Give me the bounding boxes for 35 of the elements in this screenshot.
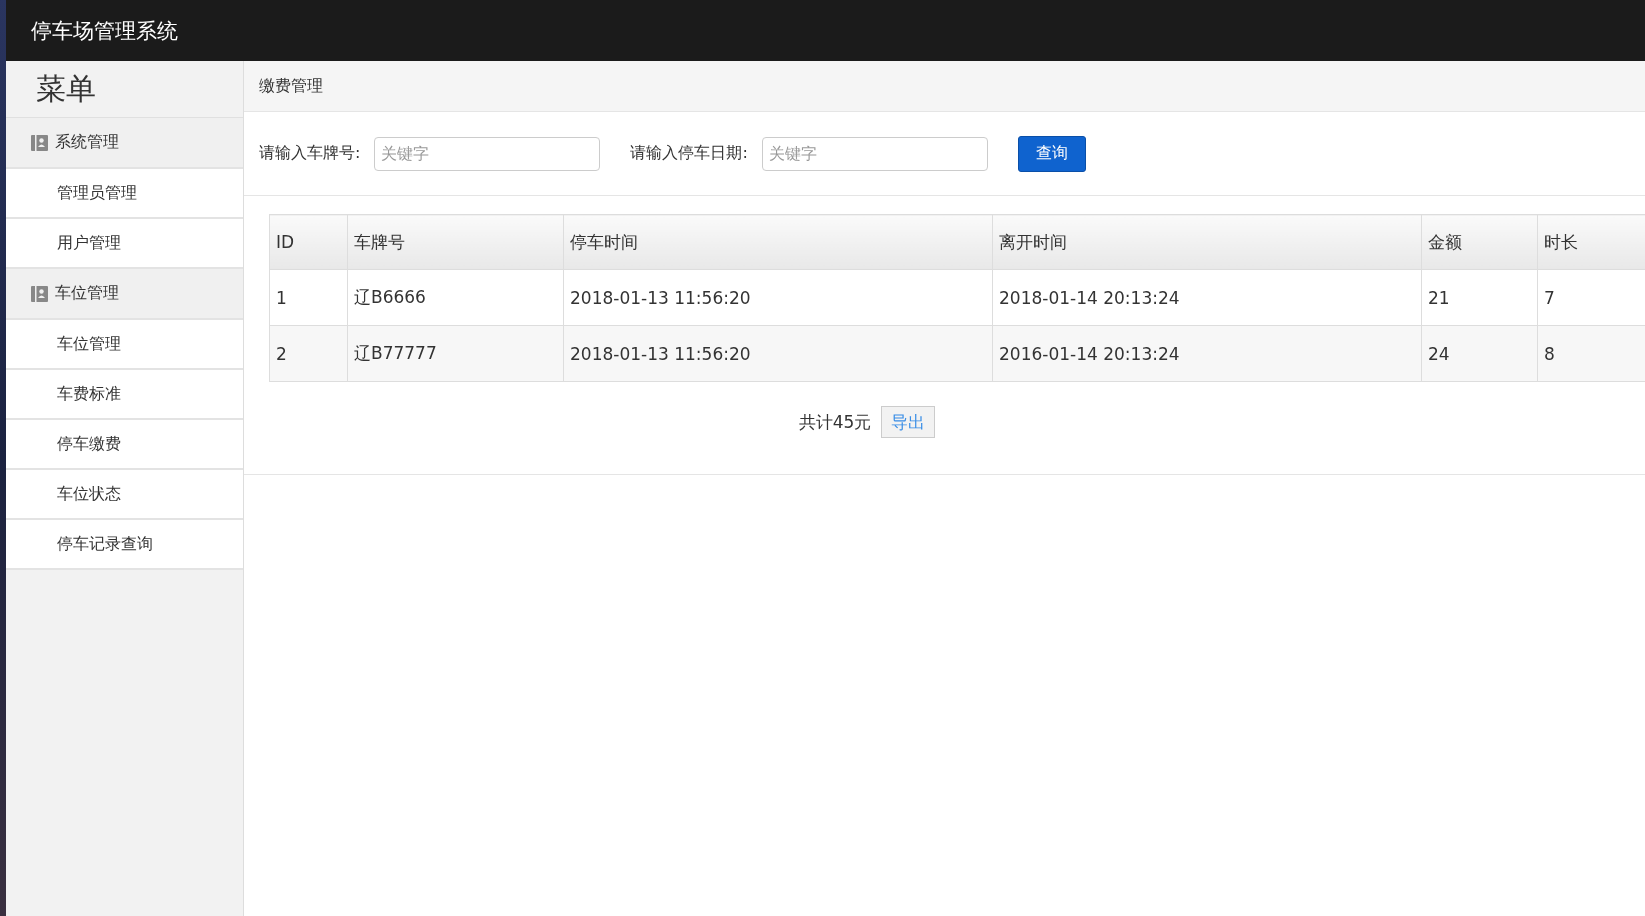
table-cell: 2 bbox=[269, 325, 348, 382]
column-header: 金额 bbox=[1421, 214, 1538, 270]
menu-item[interactable]: 停车缴费 bbox=[6, 420, 243, 470]
column-header: 车牌号 bbox=[347, 214, 564, 270]
menu-item[interactable]: 车费标准 bbox=[6, 370, 243, 420]
table-cell: 2018-01-13 11:56:20 bbox=[563, 269, 993, 326]
menu-item[interactable]: 管理员管理 bbox=[6, 169, 243, 219]
contact-book-icon bbox=[31, 285, 49, 302]
field-label: 请输入停车日期: bbox=[630, 143, 748, 164]
contact-book-icon bbox=[31, 134, 49, 151]
table-cell: 辽B77777 bbox=[347, 325, 564, 382]
table-cell: 24 bbox=[1421, 325, 1538, 382]
table-cell: 2018-01-14 20:13:24 bbox=[992, 269, 1422, 326]
table-cell: 1 bbox=[269, 269, 348, 326]
column-header: 时长 bbox=[1537, 214, 1645, 270]
table-cell: 2018-01-13 11:56:20 bbox=[563, 325, 993, 382]
query-button[interactable]: 查询 bbox=[1017, 135, 1086, 172]
menu-item[interactable]: 车位状态 bbox=[6, 470, 243, 520]
search-field[interactable]: 关键字 bbox=[374, 136, 601, 171]
app-title: 停车场管理系统 bbox=[31, 17, 178, 45]
table-cell: 8 bbox=[1537, 325, 1645, 382]
total-amount: 共计45元 bbox=[798, 410, 872, 434]
search-field[interactable]: 关键字 bbox=[761, 136, 988, 171]
column-header: 离开时间 bbox=[992, 214, 1422, 270]
menu-item[interactable]: 停车记录查询 bbox=[6, 520, 243, 570]
column-header: 停车时间 bbox=[563, 214, 993, 270]
table-cell: 辽B6666 bbox=[347, 269, 564, 326]
menu-item[interactable]: 用户管理 bbox=[6, 219, 243, 269]
column-header: ID bbox=[269, 214, 348, 270]
table-cell: 21 bbox=[1421, 269, 1538, 326]
menu-item[interactable]: 车位管理 bbox=[6, 320, 243, 370]
table-cell: 2016-01-14 20:13:24 bbox=[992, 325, 1422, 382]
field-label: 请输入车牌号: bbox=[259, 143, 361, 164]
table-cell: 7 bbox=[1537, 269, 1645, 326]
page-heading: 缴费管理 bbox=[244, 61, 1645, 112]
